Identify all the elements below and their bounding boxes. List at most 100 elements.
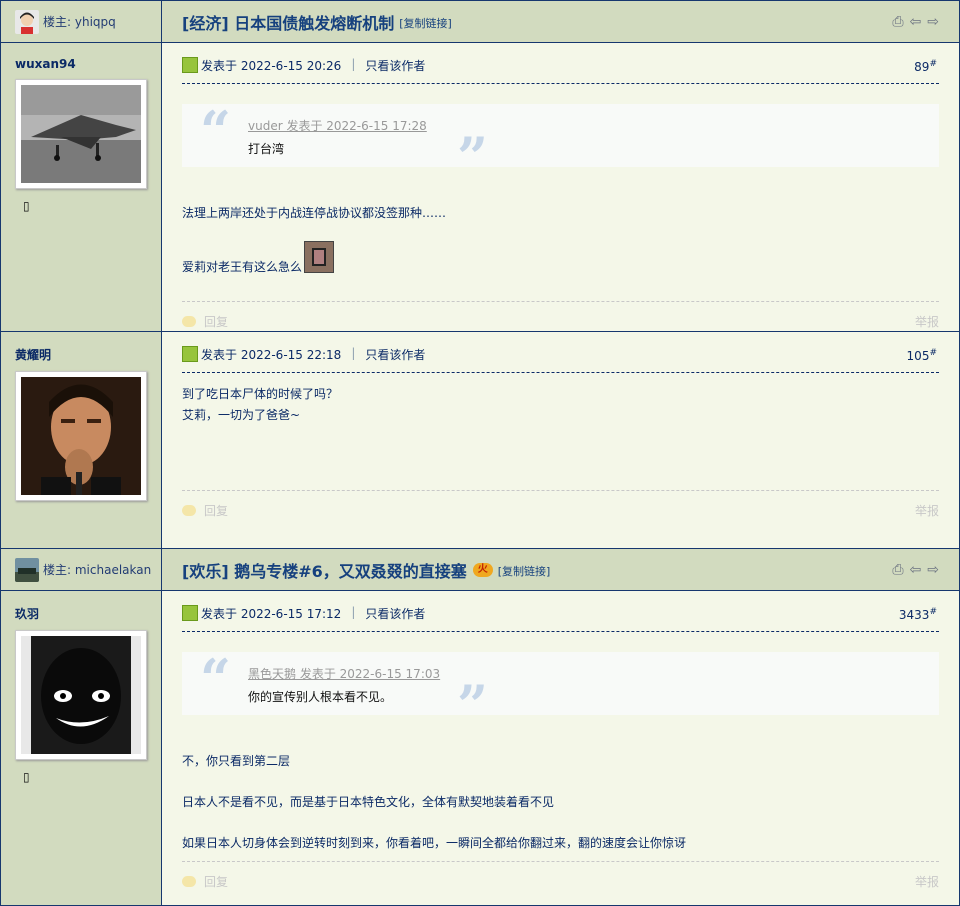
post-text: 到了吃日本尸体的时候了吗？: [182, 387, 339, 401]
quote-header[interactable]: 黑色天鹅 发表于 2022-6-15 17:03: [248, 665, 939, 682]
grin-avatar-image: [21, 636, 141, 754]
thread-op[interactable]: 楼主: yhiqpq: [1, 1, 162, 42]
quote-close-mark: ”: [457, 673, 489, 737]
mobile-icon: ▯: [23, 199, 30, 213]
copy-link-button[interactable]: 复制链接: [498, 563, 551, 579]
avatar[interactable]: [15, 371, 147, 501]
thread-2: 楼主: michaelakan [欢乐] 鹅乌专楼#6，又双叒叕的直接塞 火 复…: [0, 548, 960, 906]
singer-avatar-image: [21, 377, 141, 495]
thread-title[interactable]: [欢乐] 鹅乌专楼#6，又双叒叕的直接塞: [182, 558, 467, 582]
post: 玖羽 ▯ 发表于 2022-6-15 17:12 | 只看该作者 3433# “…: [1, 591, 959, 906]
floor-mark: #: [929, 348, 937, 358]
username[interactable]: 玖羽: [15, 605, 147, 622]
mobile-icon: ▯: [23, 770, 30, 784]
post-body: 不，你只看到第二层 日本人不是看不见，而是基于日本特色文化，全体有默契地装着看不…: [182, 752, 939, 851]
post-content: 发表于 2022-6-15 20:26 | 只看该作者 89# “ vuder …: [162, 43, 959, 331]
quote-close-mark: ”: [457, 125, 489, 189]
reply-button[interactable]: 回复: [182, 313, 228, 330]
post-icon: [182, 605, 198, 621]
thread-tools: ⎙ ⇦ ⇨: [892, 15, 939, 29]
post-text: 不，你只看到第二层: [182, 754, 291, 768]
post-meta: 发表于 2022-6-15 17:12 | 只看该作者 3433#: [182, 605, 939, 632]
thread-header: 楼主: yhiqpq [经济] 日本国债触发熔断机制 复制链接 ⎙ ⇦ ⇨: [1, 1, 959, 43]
meta-divider: |: [351, 605, 356, 619]
report-button[interactable]: 举报: [915, 873, 939, 890]
thread-header: 楼主: michaelakan [欢乐] 鹅乌专楼#6，又双叒叕的直接塞 火 复…: [1, 549, 959, 591]
avatar[interactable]: [15, 79, 147, 189]
post-text: 日本人不是看不见，而是基于日本特色文化，全体有默契地装着看不见: [182, 795, 555, 809]
only-author-link[interactable]: 只看该作者: [365, 605, 425, 622]
reply-icon: [182, 316, 196, 327]
quote-body: 打台湾: [248, 142, 285, 156]
quote-header[interactable]: vuder 发表于 2022-6-15 17:28: [248, 117, 939, 134]
reply-button[interactable]: 回复: [182, 502, 228, 519]
jet-avatar-image: [21, 85, 141, 183]
post-body: 到了吃日本尸体的时候了吗？ 艾莉，一切为了爸爸~: [182, 385, 939, 423]
meta-divider: |: [351, 346, 356, 360]
copy-link-button[interactable]: 复制链接: [399, 15, 452, 31]
floor-mark: #: [929, 607, 937, 617]
post-content: 发表于 2022-6-15 22:18 | 只看该作者 105# 到了吃日本尸体…: [162, 332, 959, 548]
report-button[interactable]: 举报: [915, 502, 939, 519]
post-icon: [182, 57, 198, 73]
post-text: 如果日本人切身体会到逆转时刻到来，你看着吧，一瞬间全都给你翻过来，翻的速度会让你…: [182, 836, 687, 850]
post: 黄耀明 发表于 2022-6-15 22:18 | 只看该作者 105# 到了吃…: [1, 332, 959, 549]
floor-mark: #: [929, 59, 937, 69]
post-body: 法理上两岸还处于内战连停战协议都没签那种…… 爱莉对老王有这么急么: [182, 204, 939, 275]
post-time: 发表于 2022-6-15 22:18: [201, 348, 342, 362]
thread-op[interactable]: 楼主: michaelakan: [1, 549, 162, 590]
hot-badge-icon: 火: [472, 562, 493, 577]
post-meta: 发表于 2022-6-15 22:18 | 只看该作者 105#: [182, 346, 939, 373]
username[interactable]: wuxan94: [15, 57, 147, 71]
reply-label: 回复: [204, 504, 229, 518]
only-author-link[interactable]: 只看该作者: [365, 346, 425, 363]
post-time: 发表于 2022-6-15 17:12: [201, 607, 342, 621]
post-footer: 回复 举报: [182, 490, 939, 530]
username[interactable]: 黄耀明: [15, 346, 147, 363]
next-thread-icon[interactable]: ⇨: [927, 563, 939, 577]
reply-button[interactable]: 回复: [182, 873, 228, 890]
quote-block: “ vuder 发表于 2022-6-15 17:28 打台湾 ”: [182, 99, 939, 184]
floor-number[interactable]: 105#: [907, 348, 937, 363]
post-text-line: 爱莉对老王有这么急么: [182, 241, 939, 275]
prev-thread-icon[interactable]: ⇦: [910, 563, 922, 577]
post-time: 发表于 2022-6-15 20:26: [201, 59, 342, 73]
thread-title-area: [经济] 日本国债触发熔断机制 复制链接 ⎙ ⇦ ⇨: [162, 1, 959, 42]
floor-value: 89: [914, 60, 930, 74]
post-icon: [182, 346, 198, 362]
post-sidebar: 黄耀明: [1, 332, 162, 548]
thread-title-area: [欢乐] 鹅乌专楼#6，又双叒叕的直接塞 火 复制链接 ⎙ ⇦ ⇨: [162, 549, 959, 590]
floor-value: 3433: [898, 608, 930, 622]
post-text: 艾莉，一切为了爸爸~: [182, 408, 301, 422]
post-text: 爱莉对老王有这么急么: [182, 260, 303, 274]
floor-value: 105: [906, 349, 930, 363]
post-content: 发表于 2022-6-15 17:12 | 只看该作者 3433# “ 黑色天鹅…: [162, 591, 959, 905]
thread-title[interactable]: [经济] 日本国债触发熔断机制: [182, 10, 394, 34]
quote-open-mark: “: [200, 99, 232, 163]
floor-number[interactable]: 89#: [914, 59, 937, 74]
next-thread-icon[interactable]: ⇨: [927, 15, 939, 29]
only-author-link[interactable]: 只看该作者: [365, 57, 425, 74]
post-sidebar: 玖羽 ▯: [1, 591, 162, 905]
reply-label: 回复: [204, 315, 229, 329]
floor-number[interactable]: 3433#: [899, 607, 937, 622]
emoticon-icon: [304, 241, 335, 273]
print-icon[interactable]: ⎙: [892, 15, 903, 29]
report-button[interactable]: 举报: [915, 313, 939, 330]
prev-thread-icon[interactable]: ⇦: [910, 15, 922, 29]
reply-label: 回复: [204, 875, 229, 889]
avatar[interactable]: [15, 630, 147, 760]
quote-block: “ 黑色天鹅 发表于 2022-6-15 17:03 你的宣传别人根本看不见。 …: [182, 647, 939, 732]
thread-tools: ⎙ ⇦ ⇨: [892, 563, 939, 577]
post-meta: 发表于 2022-6-15 20:26 | 只看该作者 89#: [182, 57, 939, 84]
thread-1: 楼主: yhiqpq [经济] 日本国债触发熔断机制 复制链接 ⎙ ⇦ ⇨ wu…: [0, 0, 960, 549]
op-label: 楼主: michaelakan: [43, 563, 152, 577]
op-avatar-icon: [15, 9, 39, 34]
meta-divider: |: [351, 57, 356, 71]
print-icon[interactable]: ⎙: [892, 563, 903, 577]
quote-body: 你的宣传别人根本看不见。: [248, 690, 393, 704]
quote-open-mark: “: [200, 647, 232, 711]
post-text: 法理上两岸还处于内战连停战协议都没签那种……: [182, 206, 447, 220]
reply-icon: [182, 876, 196, 887]
op-label: 楼主: yhiqpq: [43, 15, 116, 29]
